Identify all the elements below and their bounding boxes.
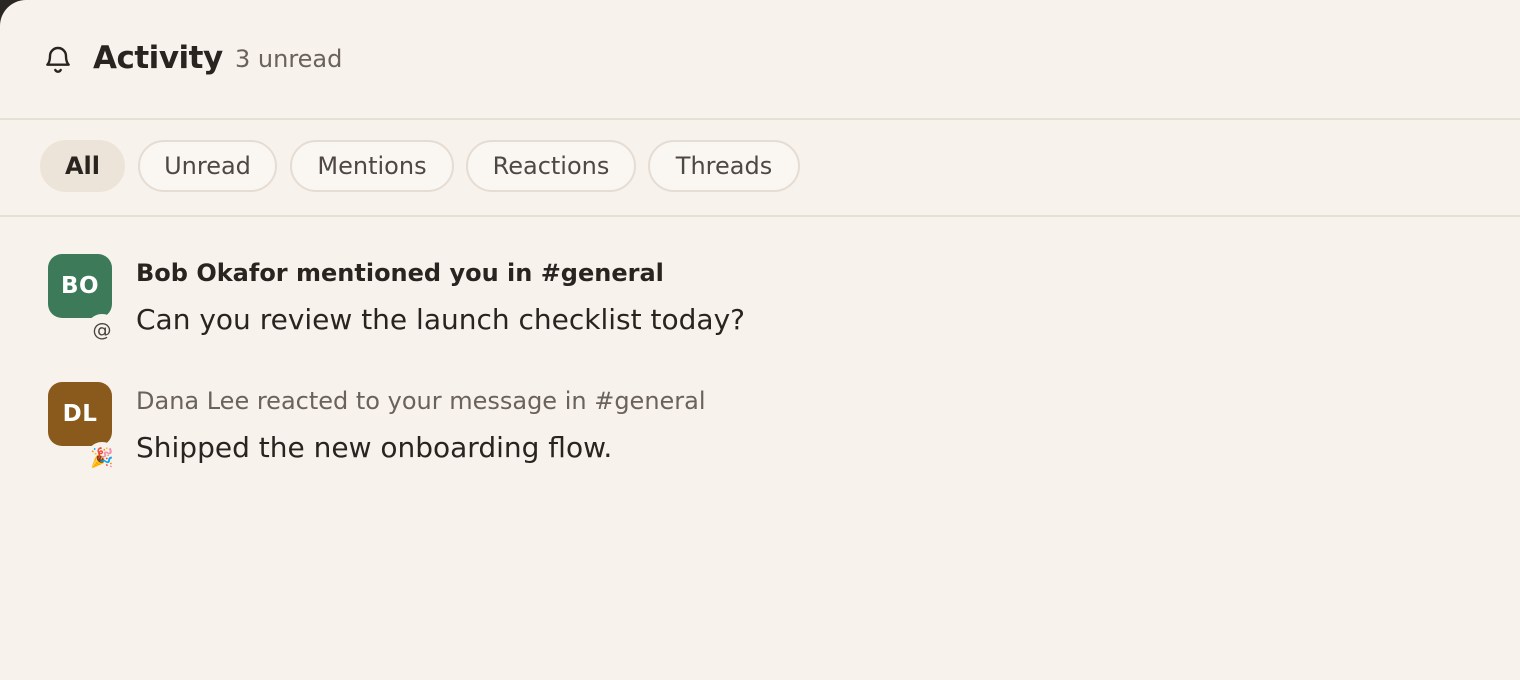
mention-icon: @ [86, 314, 118, 346]
activity-item[interactable]: BO @ Bob Okafor mentioned you in #genera… [0, 242, 1520, 360]
filter-bar: All Unread Mentions Reactions Threads [0, 120, 1520, 217]
page-title: Activity [93, 40, 223, 76]
filter-reactions-chip[interactable]: Reactions [466, 140, 636, 192]
activity-message: Can you review the launch checklist toda… [136, 303, 745, 336]
unread-count: 3 unread [235, 45, 343, 73]
filter-mentions-chip[interactable]: Mentions [290, 140, 454, 192]
activity-message: Shipped the new onboarding flow. [136, 431, 613, 464]
activity-panel: Activity 3 unread All Unread Mentions Re… [0, 0, 1520, 680]
activity-header: Activity 3 unread [0, 0, 1520, 120]
activity-title: Bob Okafor mentioned you in #general [136, 259, 664, 287]
filter-all-chip[interactable]: All [40, 140, 125, 192]
activity-item[interactable]: DL 🎉 Dana Lee reacted to your message in… [0, 370, 1520, 488]
avatar: BO [48, 254, 112, 318]
bell-icon [46, 46, 70, 73]
avatar: DL [48, 382, 112, 446]
filter-unread-chip[interactable]: Unread [138, 140, 277, 192]
filter-threads-chip[interactable]: Threads [648, 140, 800, 192]
activity-title: Dana Lee reacted to your message in #gen… [136, 387, 706, 415]
party-popper-icon: 🎉 [86, 442, 118, 474]
